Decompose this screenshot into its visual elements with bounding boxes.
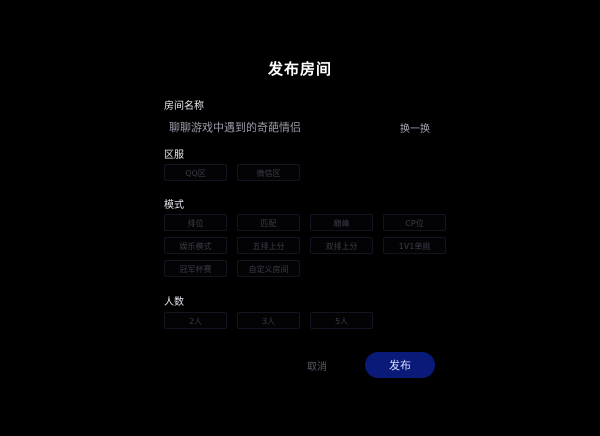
players-label: 人数: [164, 297, 184, 308]
mode-option[interactable]: 排位: [164, 214, 227, 231]
region-options: QQ区 微信区: [164, 164, 446, 181]
players-option-3[interactable]: 3人: [237, 312, 300, 329]
region-label: 区服: [164, 150, 184, 161]
publish-button[interactable]: 发布: [365, 352, 435, 378]
room-name-label: 房间名称: [164, 101, 204, 112]
players-option-2[interactable]: 2人: [164, 312, 227, 329]
players-options: 2人 3人 5人: [164, 312, 446, 329]
region-option-qq[interactable]: QQ区: [164, 164, 227, 181]
players-option-5[interactable]: 5人: [310, 312, 373, 329]
mode-option[interactable]: 1V1单挑: [383, 237, 446, 254]
mode-option[interactable]: 巅峰: [310, 214, 373, 231]
mode-option[interactable]: 冠军杯赛: [164, 260, 227, 277]
region-option-wechat[interactable]: 微信区: [237, 164, 300, 181]
publish-room-dialog: 发布房间 房间名称 换一换 区服 QQ区 微信区 模式 排位 匹配 巅峰 CP位…: [0, 0, 600, 436]
mode-option[interactable]: 匹配: [237, 214, 300, 231]
mode-option[interactable]: 娱乐模式: [164, 237, 227, 254]
swap-name-button[interactable]: 换一换: [400, 120, 430, 135]
mode-label: 模式: [164, 200, 184, 211]
mode-option[interactable]: 自定义房间: [237, 260, 300, 277]
mode-options: 排位 匹配 巅峰 CP位 娱乐模式 五排上分 双排上分 1V1单挑 冠军杯赛 自…: [164, 214, 446, 277]
mode-option[interactable]: 双排上分: [310, 237, 373, 254]
dialog-title: 发布房间: [267, 60, 332, 78]
mode-option[interactable]: CP位: [383, 214, 446, 231]
mode-option[interactable]: 五排上分: [237, 237, 300, 254]
cancel-button[interactable]: 取消: [286, 352, 348, 378]
